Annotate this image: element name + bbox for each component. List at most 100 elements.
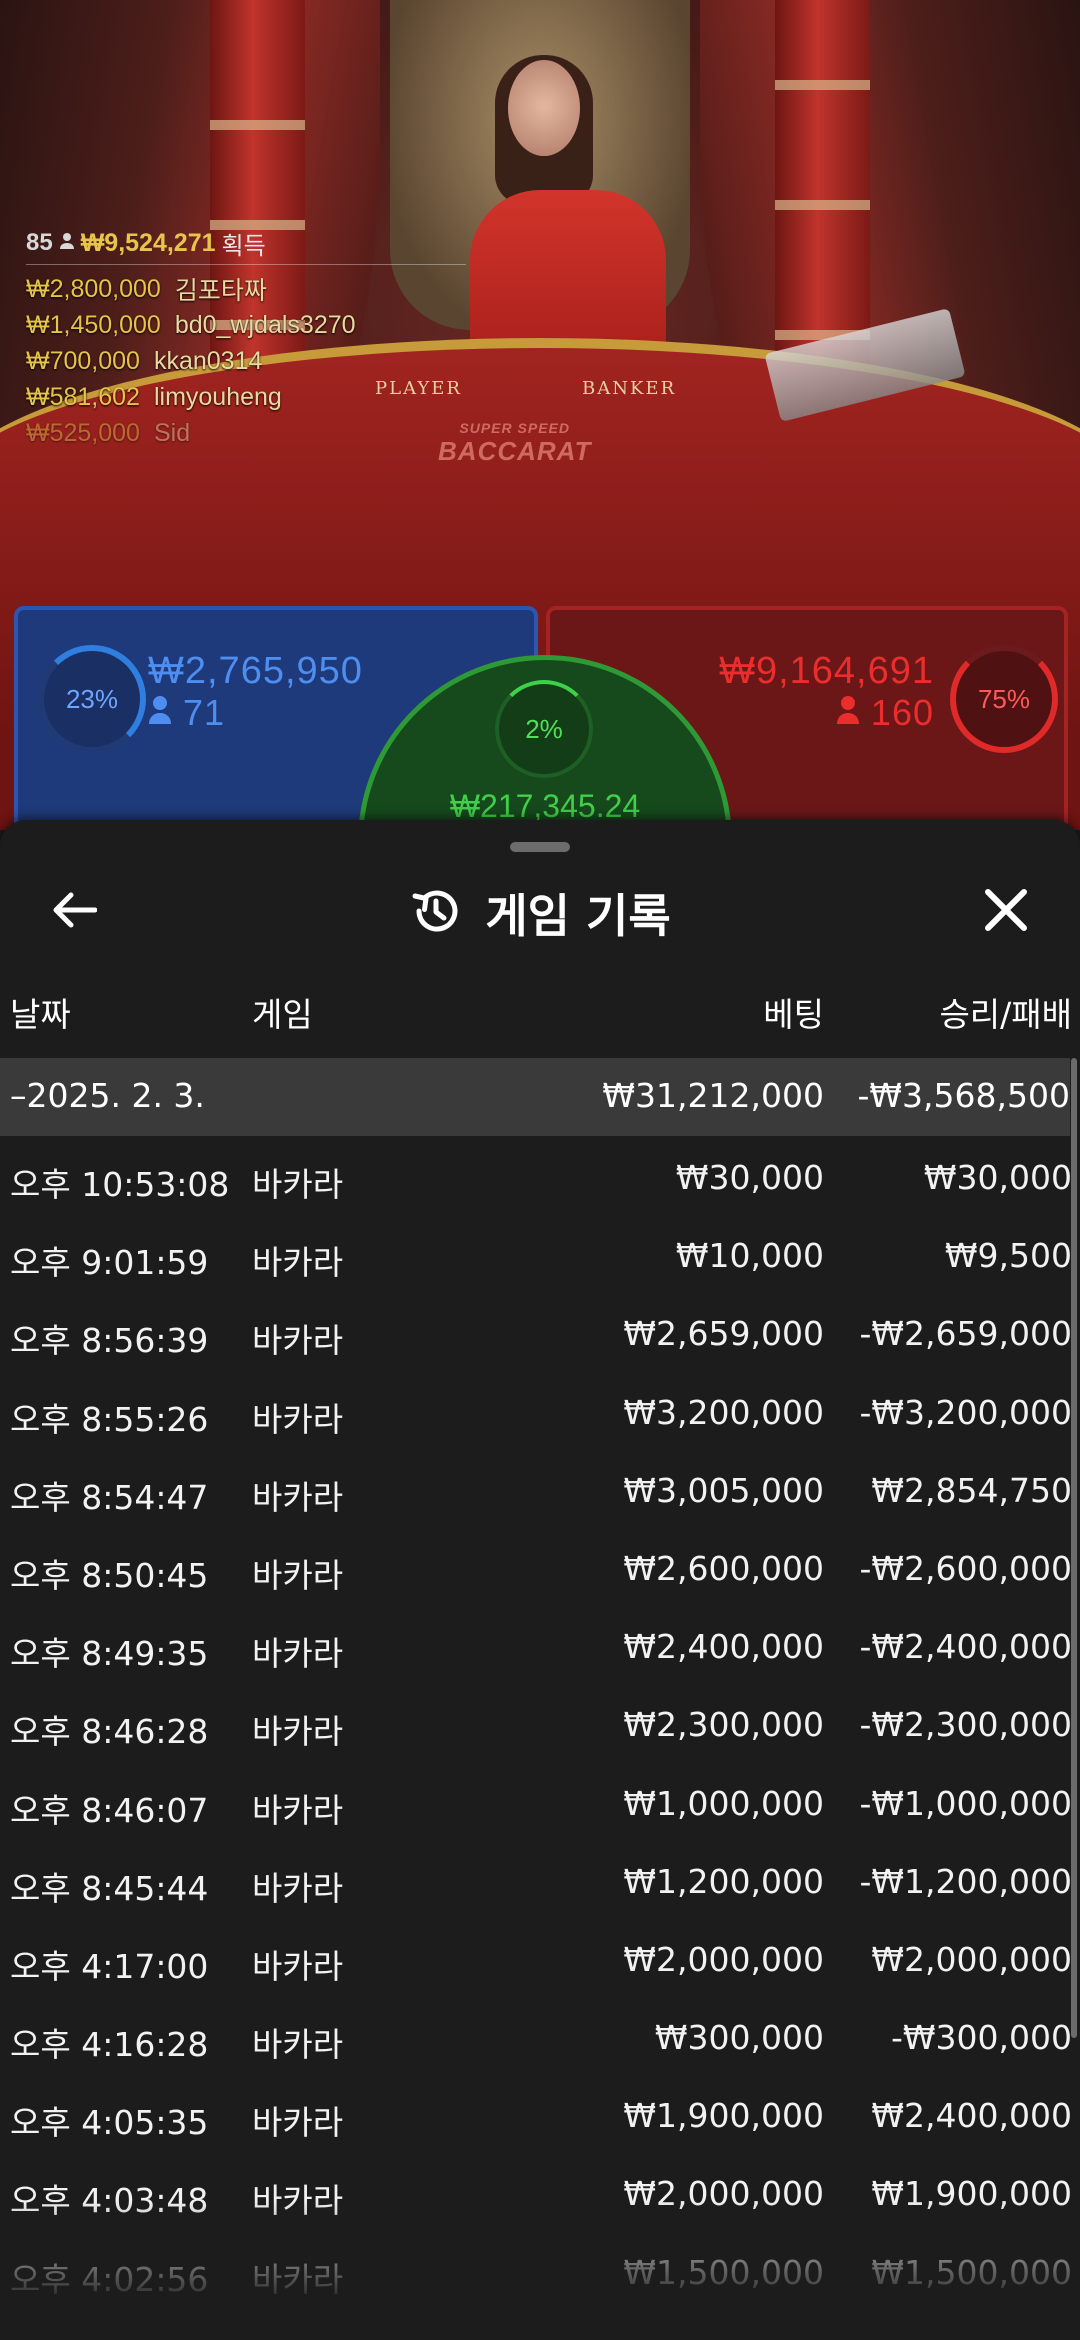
row-time: 오후 8:55:26 xyxy=(10,1399,209,1439)
row-time: 오후 9:01:59 xyxy=(10,1243,209,1283)
player-percent-ring: 23% xyxy=(38,645,146,753)
row-bet: ₩2,000,000 xyxy=(623,1939,824,1979)
banker-bet-total: ₩9,164,691 xyxy=(719,650,934,692)
header-result: 승리/패배 xyxy=(939,995,1072,1034)
row-bet: ₩3,005,000 xyxy=(623,1470,824,1510)
game-history-sheet: 게임 기록 날짜 게임 베팅 승리/패배 –2025. 2. 3. ₩31,21… xyxy=(0,820,1080,2340)
row-result: -₩3,200,000 xyxy=(859,1392,1073,1432)
table-row[interactable]: 오후 8:50:45 바카라 ₩2,600,000 -₩2,600,000 xyxy=(0,1533,1080,1611)
winner-row: ₩525,000 Sid xyxy=(26,415,466,451)
row-time: 오후 8:50:45 xyxy=(10,1555,209,1595)
close-button[interactable] xyxy=(976,882,1036,942)
winner-name: Sid xyxy=(153,418,191,447)
table-row[interactable]: 오후 8:45:44 바카라 ₩1,200,000 -₩1,200,000 xyxy=(0,1846,1080,1924)
row-game: 바카라 xyxy=(252,2103,344,2143)
row-result: -₩300,000 xyxy=(890,2018,1072,2058)
winner-name: 김포타짜 xyxy=(174,277,267,305)
history-icon xyxy=(409,884,463,942)
row-result: -₩1,000,000 xyxy=(859,1783,1073,1823)
row-bet: ₩1,900,000 xyxy=(623,2096,824,2136)
winners-count: 85 xyxy=(26,229,53,256)
list-fade xyxy=(0,2200,1080,2340)
winner-name: kkan0314 xyxy=(153,346,263,375)
row-time: 오후 8:56:39 xyxy=(10,1321,209,1361)
row-time: 오후 4:16:28 xyxy=(10,2025,209,2065)
row-bet: ₩3,200,000 xyxy=(623,1392,824,1432)
row-bet: ₩1,200,000 xyxy=(623,1861,824,1901)
history-table-header: 날짜 게임 베팅 승리/패배 xyxy=(0,988,1080,1048)
row-game: 바카라 xyxy=(252,1165,344,1204)
row-game: 바카라 xyxy=(252,1790,344,1830)
winners-label: 획득 xyxy=(221,232,266,260)
winners-total: ₩9,524,271 xyxy=(80,228,216,257)
winner-amount: ₩1,450,000 xyxy=(26,310,161,339)
header-game: 게임 xyxy=(252,995,313,1034)
row-bet: ₩2,600,000 xyxy=(623,1548,824,1588)
table-row[interactable]: 오후 8:55:26 바카라 ₩3,200,000 -₩3,200,000 xyxy=(0,1377,1080,1455)
day-result-total: -₩3,568,500 xyxy=(857,1076,1071,1115)
winner-row: ₩2,800,000 김포타짜 xyxy=(26,271,466,307)
row-game: 바카라 xyxy=(252,1634,344,1674)
table-row[interactable]: 오후 8:56:39 바카라 ₩2,659,000 -₩2,659,000 xyxy=(0,1298,1080,1376)
table-row[interactable]: 오후 10:53:08 바카라 ₩30,000 ₩30,000 xyxy=(0,1142,1080,1220)
winner-row: ₩700,000 kkan0314 xyxy=(26,343,466,379)
table-row[interactable]: 오후 8:46:28 바카라 ₩2,300,000 -₩2,300,000 xyxy=(0,1689,1080,1767)
row-result: ₩9,500 xyxy=(944,1236,1072,1276)
row-time: 오후 8:49:35 xyxy=(10,1634,209,1674)
row-game: 바카라 xyxy=(252,1555,344,1595)
row-game: 바카라 xyxy=(252,2025,344,2065)
table-row[interactable]: 오후 4:16:28 바카라 ₩300,000 -₩300,000 xyxy=(0,2002,1080,2080)
dealer-head xyxy=(508,60,580,156)
row-result: ₩2,854,750 xyxy=(871,1470,1072,1510)
row-game: 바카라 xyxy=(252,1399,344,1439)
table-row[interactable]: 오후 4:17:00 바카라 ₩2,000,000 ₩2,000,000 xyxy=(0,1924,1080,2002)
row-time: 오후 8:46:28 xyxy=(10,1712,209,1752)
banker-percent: 75% xyxy=(977,683,1031,714)
table-row[interactable]: 오후 8:54:47 바카라 ₩3,005,000 ₩2,854,750 xyxy=(0,1455,1080,1533)
felt-banker-label: BANKER xyxy=(582,378,677,399)
row-bet: ₩10,000 xyxy=(675,1236,824,1276)
row-result: -₩2,400,000 xyxy=(859,1627,1073,1667)
winner-amount: ₩525,000 xyxy=(26,418,140,447)
winner-name: bd0_wjdals3270 xyxy=(174,310,356,339)
winners-header: 85 ₩9,524,271 획득 xyxy=(26,222,466,265)
live-video-stream: PLAYER BANKER SUPER SPEED BACCARAT 85 ₩9… xyxy=(0,0,1080,830)
person-icon xyxy=(836,692,860,733)
winner-amount: ₩581,602 xyxy=(26,382,140,411)
table-row[interactable]: 오후 8:49:35 바카라 ₩2,400,000 -₩2,400,000 xyxy=(0,1611,1080,1689)
sheet-drag-handle[interactable] xyxy=(510,842,570,852)
row-result: -₩2,659,000 xyxy=(859,1314,1073,1354)
table-row[interactable]: 오후 8:46:07 바카라 ₩1,000,000 -₩1,000,000 xyxy=(0,1768,1080,1846)
banker-bettor-count: 160 xyxy=(836,692,934,734)
sheet-title: 게임 기록 xyxy=(485,889,671,943)
row-result: -₩2,300,000 xyxy=(859,1705,1073,1745)
player-bet-total: ₩2,765,950 xyxy=(148,650,363,692)
row-time: 오후 8:54:47 xyxy=(10,1477,209,1517)
day-summary-row[interactable]: –2025. 2. 3. ₩31,212,000 -₩3,568,500 xyxy=(0,1058,1070,1136)
row-time: 오후 4:05:35 xyxy=(10,2103,209,2143)
row-time: 오후 10:53:08 xyxy=(10,1165,230,1204)
scrollbar[interactable] xyxy=(1071,1058,1077,2038)
winner-name: limyouheng xyxy=(153,382,282,411)
history-list: 오후 10:53:08 바카라 ₩30,000 ₩30,000 오후 9:01:59 바카… xyxy=(0,1142,1080,2315)
winner-row: ₩581,602 limyouheng xyxy=(26,379,466,415)
row-time: 오후 8:46:07 xyxy=(10,1790,209,1830)
banker-percent-ring: 75% xyxy=(950,645,1058,753)
row-result: -₩1,200,000 xyxy=(859,1861,1073,1901)
winner-amount: ₩700,000 xyxy=(26,346,140,375)
row-bet: ₩2,659,000 xyxy=(623,1314,824,1354)
player-count-value: 71 xyxy=(183,692,226,733)
table-row[interactable]: 오후 9:01:59 바카라 ₩10,000 ₩9,500 xyxy=(0,1220,1080,1298)
row-bet: ₩2,400,000 xyxy=(623,1627,824,1667)
row-result: -₩2,600,000 xyxy=(859,1548,1073,1588)
row-result: ₩30,000 xyxy=(923,1158,1072,1197)
row-time: 오후 8:45:44 xyxy=(10,1868,209,1908)
table-row[interactable]: 오후 4:05:35 바카라 ₩1,900,000 ₩2,400,000 xyxy=(0,2080,1080,2158)
winner-amount: ₩2,800,000 xyxy=(26,274,161,303)
person-icon xyxy=(148,692,172,733)
header-date: 날짜 xyxy=(10,995,71,1034)
row-result: ₩2,400,000 xyxy=(871,2096,1072,2136)
row-result: ₩2,000,000 xyxy=(871,1939,1072,1979)
row-game: 바카라 xyxy=(252,1868,344,1908)
row-bet: ₩300,000 xyxy=(654,2018,824,2058)
